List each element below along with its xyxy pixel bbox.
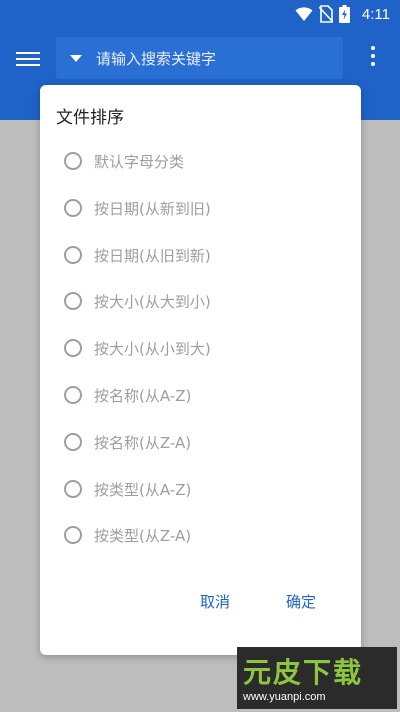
sort-option-date-new-old[interactable]: 按日期(从新到旧) bbox=[64, 190, 344, 226]
caret-down-icon[interactable] bbox=[70, 55, 82, 62]
search-box[interactable]: 请输入搜索关键字 bbox=[56, 37, 343, 79]
sort-option-default[interactable]: 默认字母分类 bbox=[64, 143, 344, 179]
dialog-title: 文件排序 bbox=[56, 108, 124, 128]
watermark-url: www.yuanpi.com bbox=[243, 691, 326, 703]
sort-dialog: 文件排序 默认字母分类 按日期(从新到旧) 按日期(从旧到新) 按大小(从大到小… bbox=[40, 85, 361, 655]
radio-button[interactable] bbox=[64, 292, 82, 310]
radio-button[interactable] bbox=[64, 386, 82, 404]
hamburger-menu-icon[interactable] bbox=[16, 48, 40, 68]
sort-option-type-a-z[interactable]: 按类型(从A-Z) bbox=[64, 471, 344, 507]
option-label: 默认字母分类 bbox=[94, 152, 185, 171]
cancel-button[interactable]: 取消 bbox=[190, 585, 240, 618]
status-icons: 4:11 bbox=[295, 4, 390, 24]
radio-button[interactable] bbox=[64, 199, 82, 217]
option-label: 按日期(从旧到新) bbox=[94, 246, 211, 265]
battery-charging-icon bbox=[338, 5, 350, 23]
sort-option-name-z-a[interactable]: 按名称(从Z-A) bbox=[64, 424, 344, 460]
option-label: 按大小(从小到大) bbox=[94, 339, 211, 358]
sort-option-size-small-large[interactable]: 按大小(从小到大) bbox=[64, 330, 344, 366]
wifi-icon bbox=[295, 7, 313, 21]
sort-option-type-z-a[interactable]: 按类型(从Z-A) bbox=[64, 517, 344, 553]
confirm-button[interactable]: 确定 bbox=[276, 585, 326, 618]
status-time: 4:11 bbox=[361, 5, 390, 23]
radio-button[interactable] bbox=[64, 152, 82, 170]
no-sim-icon bbox=[318, 5, 333, 23]
option-label: 按类型(从Z-A) bbox=[94, 526, 192, 545]
option-label: 按大小(从大到小) bbox=[94, 292, 211, 311]
radio-button[interactable] bbox=[64, 246, 82, 264]
watermark-title: 元皮下载 bbox=[243, 656, 364, 689]
watermark-logo: 元皮下载 www.yuanpi.com bbox=[237, 647, 397, 709]
radio-button[interactable] bbox=[64, 526, 82, 544]
status-bar: 4:11 bbox=[0, 0, 400, 28]
more-vertical-icon[interactable] bbox=[370, 46, 376, 70]
option-label: 按类型(从A-Z) bbox=[94, 480, 192, 499]
sort-option-date-old-new[interactable]: 按日期(从旧到新) bbox=[64, 237, 344, 273]
sort-option-name-a-z[interactable]: 按名称(从A-Z) bbox=[64, 377, 344, 413]
search-placeholder[interactable]: 请输入搜索关键字 bbox=[96, 48, 216, 69]
radio-button[interactable] bbox=[64, 339, 82, 357]
option-label: 按名称(从A-Z) bbox=[94, 386, 192, 405]
sort-option-size-large-small[interactable]: 按大小(从大到小) bbox=[64, 283, 344, 319]
radio-button[interactable] bbox=[64, 480, 82, 498]
option-label: 按日期(从新到旧) bbox=[94, 199, 211, 218]
option-label: 按名称(从Z-A) bbox=[94, 433, 192, 452]
radio-button[interactable] bbox=[64, 433, 82, 451]
